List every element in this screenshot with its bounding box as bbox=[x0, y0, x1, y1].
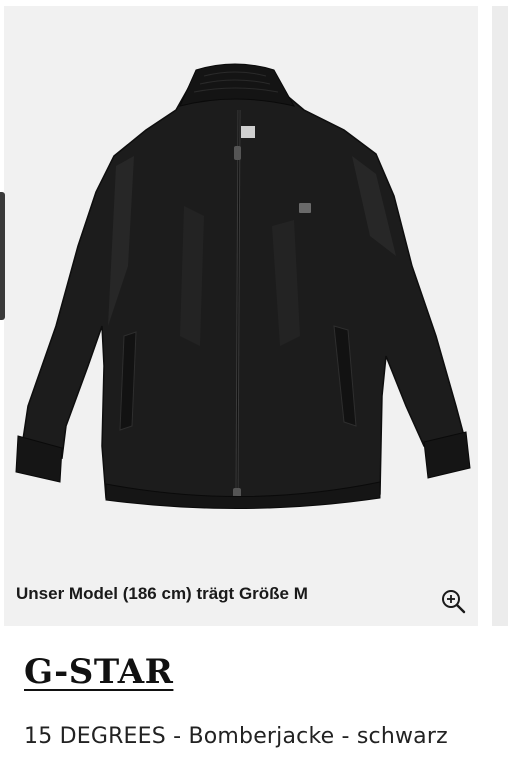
brand-link[interactable]: G-STAR bbox=[24, 652, 173, 692]
product-title: 15 DEGREES - Bomberjacke - schwarz bbox=[24, 724, 448, 749]
product-page: Unser Model (186 cm) trägt Größe M G-STA… bbox=[0, 0, 508, 768]
zoom-in-icon[interactable] bbox=[440, 588, 466, 614]
next-image-peek[interactable] bbox=[492, 6, 508, 626]
gallery-scroll-handle[interactable] bbox=[0, 192, 5, 320]
jacket-image bbox=[15, 63, 471, 510]
model-size-caption: Unser Model (186 cm) trägt Größe M bbox=[16, 584, 308, 603]
product-image-gallery[interactable]: Unser Model (186 cm) trägt Größe M bbox=[4, 6, 478, 626]
